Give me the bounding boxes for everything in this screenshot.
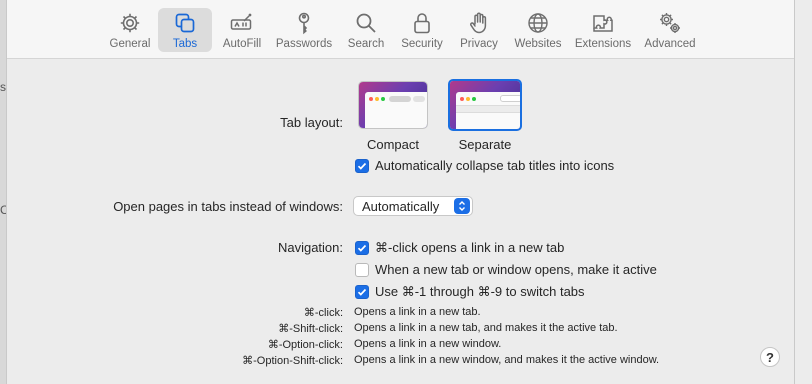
separate-layout-option[interactable] bbox=[448, 79, 522, 131]
tab-advanced-label: Advanced bbox=[644, 38, 696, 50]
legend-term: ⌘-Option-click: bbox=[267, 339, 343, 351]
checkbox-unchecked[interactable] bbox=[355, 262, 369, 277]
legend-description: Opens a link in a new tab, and makes it … bbox=[354, 322, 618, 334]
tab-tabs-label: Tabs bbox=[172, 38, 198, 50]
legend-term: ⌘-Option-Shift-click: bbox=[242, 355, 343, 367]
separate-layout-caption: Separate bbox=[458, 137, 512, 152]
legend-term: ⌘-click: bbox=[303, 307, 343, 319]
tabs-settings-panel: Tab layout: Compact Separate Automatical… bbox=[7, 59, 794, 384]
tab-autofill-label: AutoFill bbox=[222, 38, 262, 50]
globe-icon bbox=[528, 13, 548, 33]
checkmark-icon bbox=[357, 244, 367, 252]
tab-extensions[interactable]: Extensions bbox=[572, 8, 634, 52]
checkmark-icon bbox=[357, 288, 367, 296]
navigation-label: Navigation: bbox=[277, 240, 343, 255]
tab-passwords[interactable]: Passwords bbox=[273, 8, 335, 52]
tab-autofill[interactable]: AutoFill bbox=[218, 8, 266, 52]
tab-advanced[interactable]: Advanced bbox=[641, 8, 699, 52]
tab-general[interactable]: General bbox=[106, 8, 154, 52]
tab-websites-label: Websites bbox=[514, 38, 562, 50]
cmd-number-switch-tabs-label: Use ⌘-1 through ⌘-9 to switch tabs bbox=[375, 284, 585, 299]
search-icon bbox=[356, 13, 376, 33]
autofill-icon bbox=[230, 13, 252, 30]
puzzle-icon bbox=[593, 15, 613, 32]
tabs-icon bbox=[175, 13, 195, 33]
dropdown-chevron-icon bbox=[454, 198, 470, 214]
open-pages-label: Open pages in tabs instead of windows: bbox=[113, 199, 343, 214]
make-active-label: When a new tab or window opens, make it … bbox=[375, 262, 657, 277]
tab-search-label: Search bbox=[347, 38, 385, 50]
gears-icon bbox=[660, 13, 680, 33]
help-button[interactable]: ? bbox=[760, 347, 780, 367]
preferences-window: General Tabs AutoFill Passwords Search S… bbox=[6, 0, 795, 384]
hand-icon bbox=[470, 12, 487, 34]
tab-security[interactable]: Security bbox=[397, 8, 447, 52]
collapse-tab-titles-checkbox[interactable]: Automatically collapse tab titles into i… bbox=[355, 158, 614, 173]
legend-term: ⌘-Shift-click: bbox=[278, 323, 343, 335]
tab-websites[interactable]: Websites bbox=[510, 8, 566, 52]
cmd-click-new-tab-label: ⌘-click opens a link in a new tab bbox=[375, 240, 565, 255]
tab-search[interactable]: Search bbox=[344, 8, 388, 52]
tab-layout-label: Tab layout: bbox=[280, 115, 343, 130]
collapse-tab-titles-label: Automatically collapse tab titles into i… bbox=[375, 158, 615, 173]
checkbox-checked[interactable] bbox=[355, 285, 369, 299]
lock-icon bbox=[414, 13, 430, 34]
legend-description: Opens a link in a new window, and makes … bbox=[354, 354, 660, 366]
cmd-click-new-tab-checkbox[interactable]: ⌘-click opens a link in a new tab bbox=[355, 240, 564, 256]
compact-layout-caption: Compact bbox=[366, 137, 420, 152]
open-pages-dropdown[interactable]: Automatically bbox=[353, 196, 473, 216]
checkbox-checked[interactable] bbox=[355, 158, 369, 173]
make-active-checkbox[interactable]: When a new tab or window opens, make it … bbox=[355, 262, 657, 277]
tab-tabs[interactable]: Tabs bbox=[158, 8, 212, 52]
legend-description: Opens a link in a new window. bbox=[354, 338, 502, 350]
compact-layout-option[interactable] bbox=[358, 81, 428, 129]
tab-extensions-label: Extensions bbox=[574, 38, 632, 50]
preferences-toolbar: General Tabs AutoFill Passwords Search S… bbox=[7, 0, 794, 59]
tab-passwords-label: Passwords bbox=[275, 38, 333, 50]
tab-privacy[interactable]: Privacy bbox=[456, 8, 502, 52]
open-pages-selected-value: Automatically bbox=[362, 198, 440, 214]
checkmark-icon bbox=[357, 162, 367, 170]
legend-description: Opens a link in a new tab. bbox=[354, 306, 481, 318]
tab-privacy-label: Privacy bbox=[460, 38, 498, 50]
tab-security-label: Security bbox=[401, 38, 443, 50]
checkbox-checked[interactable] bbox=[355, 241, 369, 255]
gear-icon bbox=[120, 13, 140, 33]
key-icon bbox=[298, 12, 310, 35]
tab-general-label: General bbox=[109, 38, 151, 50]
cmd-number-switch-tabs-checkbox[interactable]: Use ⌘-1 through ⌘-9 to switch tabs bbox=[355, 284, 585, 300]
background-window-edge-right bbox=[795, 0, 812, 384]
